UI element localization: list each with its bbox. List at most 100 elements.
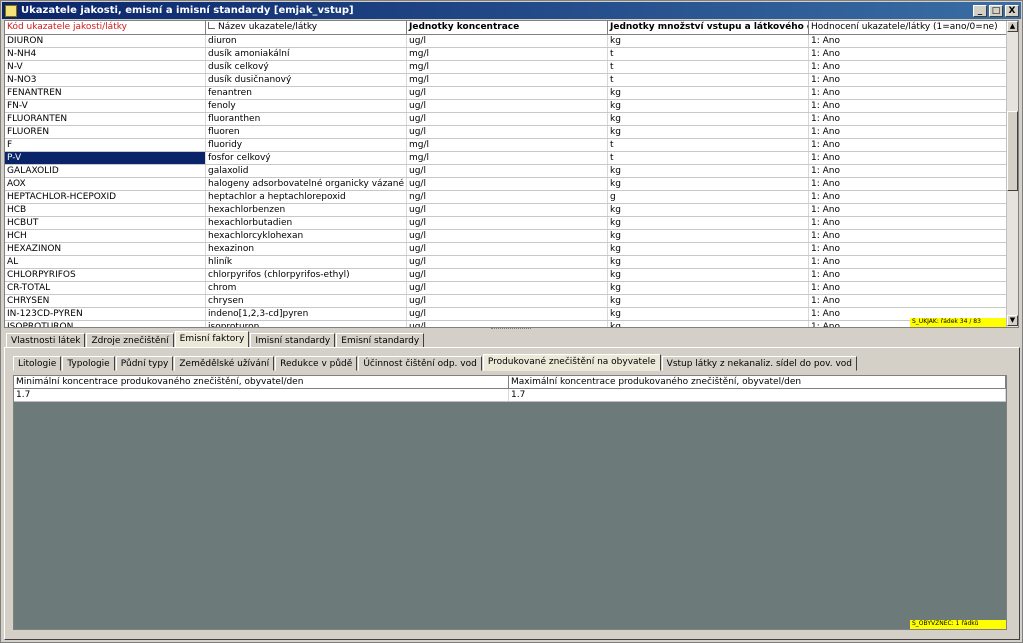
name-cell[interactable]: halogeny adsorbovatelné organicky vázané xyxy=(206,178,407,190)
code-cell[interactable]: IN-123CD-PYREN xyxy=(5,308,206,320)
code-cell[interactable]: FENANTREN xyxy=(5,87,206,99)
name-cell[interactable]: dusík amoniakální xyxy=(206,48,407,60)
evaluation-cell[interactable]: 1: Ano xyxy=(809,256,1008,268)
table-row[interactable]: CHRYSEN chrysen ug/l kg 1: Ano xyxy=(5,295,1018,308)
code-cell[interactable]: AL xyxy=(5,256,206,268)
concentration-units-cell[interactable]: ug/l xyxy=(407,204,608,216)
name-cell[interactable]: hexachlorbutadien xyxy=(206,217,407,229)
concentration-units-cell[interactable]: ug/l xyxy=(407,35,608,47)
table-row[interactable]: HEPTACHLOR-HCEPOXID heptachlor a heptachl… xyxy=(5,191,1018,204)
table-row[interactable]: ISOPROTURON isoproturon ug/l kg 1: Ano xyxy=(5,321,1018,327)
name-cell[interactable]: heptachlor a heptachlorepoxid xyxy=(206,191,407,203)
evaluation-cell[interactable]: 1: Ano xyxy=(809,100,1008,112)
amount-units-cell[interactable]: kg xyxy=(608,295,809,307)
code-cell[interactable]: FLUOREN xyxy=(5,126,206,138)
concentration-units-cell[interactable]: mg/l xyxy=(407,48,608,60)
evaluation-cell[interactable]: 1: Ano xyxy=(809,230,1008,242)
table-row[interactable]: Ffluoridy mg/l t 1: Ano xyxy=(5,139,1018,152)
amount-units-cell[interactable]: t xyxy=(608,74,809,86)
maximize-button[interactable]: □ xyxy=(989,4,1003,17)
column-header-concentration-units[interactable]: Jednotky koncentrace xyxy=(407,21,608,34)
scroll-down-icon[interactable]: ▼ xyxy=(1007,315,1018,326)
concentration-units-cell[interactable]: ng/l xyxy=(407,191,608,203)
minimize-button[interactable]: _ xyxy=(973,4,987,17)
code-cell[interactable]: HCH xyxy=(5,230,206,242)
name-cell[interactable]: fluoridy xyxy=(206,139,407,151)
evaluation-cell[interactable]: 1: Ano xyxy=(809,217,1008,229)
amount-units-cell[interactable]: kg xyxy=(608,100,809,112)
tab-main-2[interactable]: Emisní faktory xyxy=(174,331,250,348)
evaluation-cell[interactable]: 1: Ano xyxy=(809,165,1008,177)
concentration-units-cell[interactable]: mg/l xyxy=(407,139,608,151)
concentration-units-cell[interactable]: mg/l xyxy=(407,61,608,73)
tab-sub-6[interactable]: Produkované znečištění na obyvatele xyxy=(482,354,661,371)
amount-units-cell[interactable]: kg xyxy=(608,217,809,229)
tab-sub-3[interactable]: Zemědělské užívání xyxy=(174,356,275,371)
column-header-amount-units[interactable]: Jednotky množství vstupu a látkového odn xyxy=(608,21,809,34)
concentration-units-cell[interactable]: ug/l xyxy=(407,113,608,125)
evaluation-cell[interactable]: 1: Ano xyxy=(809,152,1008,164)
evaluation-cell[interactable]: 1: Ano xyxy=(809,282,1008,294)
table-row[interactable]: CHLORPYRIFOS chlorpyrifos (chlorpyrifos-e… xyxy=(5,269,1018,282)
table-row[interactable]: FN-V fenoly ug/l kg 1: Ano xyxy=(5,100,1018,113)
table-row[interactable]: 1.7 1.7 xyxy=(14,389,1006,402)
min-concentration-cell[interactable]: 1.7 xyxy=(14,389,509,401)
scroll-up-icon[interactable]: ▲ xyxy=(1007,21,1018,32)
amount-units-cell[interactable]: kg xyxy=(608,113,809,125)
tab-main-3[interactable]: Imisní standardy xyxy=(250,333,336,348)
evaluation-cell[interactable]: 1: Ano xyxy=(809,295,1008,307)
code-cell[interactable]: ISOPROTURON xyxy=(5,321,206,327)
evaluation-cell[interactable]: 1: Ano xyxy=(809,113,1008,125)
amount-units-cell[interactable]: kg xyxy=(608,126,809,138)
name-cell[interactable]: galaxolid xyxy=(206,165,407,177)
scroll-thumb[interactable] xyxy=(1007,111,1018,191)
table-row[interactable]: N-V dusík celkový mg/l t 1: Ano xyxy=(5,61,1018,74)
table-row[interactable]: P-V fosfor celkový mg/l t 1: Ano xyxy=(5,152,1018,165)
pane-splitter[interactable] xyxy=(491,328,531,331)
code-cell[interactable]: F xyxy=(5,139,206,151)
table-row[interactable]: DIURON diuron ug/l kg 1: Ano xyxy=(5,35,1018,48)
code-cell[interactable]: CR-TOTAL xyxy=(5,282,206,294)
tab-main-4[interactable]: Emisní standardy xyxy=(336,333,425,348)
column-header-name[interactable]: Název ukazatele/látky xyxy=(206,21,407,34)
tab-sub-5[interactable]: Účinnost čištění odp. vod xyxy=(358,356,482,371)
table-row[interactable]: GALAXOLID galaxolid ug/l kg 1: Ano xyxy=(5,165,1018,178)
code-cell[interactable]: N-NO3 xyxy=(5,74,206,86)
table-row[interactable]: N-NH4 dusík amoniakální mg/l t 1: Ano xyxy=(5,48,1018,61)
code-cell[interactable]: P-V xyxy=(5,152,206,164)
concentration-units-cell[interactable]: ug/l xyxy=(407,217,608,229)
name-cell[interactable]: fenoly xyxy=(206,100,407,112)
name-cell[interactable]: fosfor celkový xyxy=(206,152,407,164)
table-row[interactable]: FENANTREN fenantren ug/l kg 1: Ano xyxy=(5,87,1018,100)
vertical-scrollbar[interactable]: ▲ ▼ xyxy=(1006,21,1018,327)
concentration-units-cell[interactable]: ug/l xyxy=(407,87,608,99)
code-cell[interactable]: HEPTACHLOR-HCEPOXID xyxy=(5,191,206,203)
name-cell[interactable]: chrom xyxy=(206,282,407,294)
concentration-units-cell[interactable]: ug/l xyxy=(407,165,608,177)
column-header-min-concentration[interactable]: Minimální koncentrace produkovaného zneč… xyxy=(14,376,509,388)
concentration-units-cell[interactable]: ug/l xyxy=(407,178,608,190)
table-row[interactable]: IN-123CD-PYREN indeno[1,2,3-cd]pyren ug/l k… xyxy=(5,308,1018,321)
name-cell[interactable]: fluoren xyxy=(206,126,407,138)
code-cell[interactable]: N-V xyxy=(5,61,206,73)
evaluation-cell[interactable]: 1: Ano xyxy=(809,178,1008,190)
concentration-units-cell[interactable]: ug/l xyxy=(407,256,608,268)
name-cell[interactable]: dusík celkový xyxy=(206,61,407,73)
name-cell[interactable]: diuron xyxy=(206,35,407,47)
code-cell[interactable]: DIURON xyxy=(5,35,206,47)
evaluation-cell[interactable]: 1: Ano xyxy=(809,61,1008,73)
evaluation-cell[interactable]: 1: Ano xyxy=(809,74,1008,86)
tab-sub-1[interactable]: Typologie xyxy=(62,356,115,371)
amount-units-cell[interactable]: kg xyxy=(608,178,809,190)
table-row[interactable]: HCBUT hexachlorbutadien ug/l kg 1: Ano xyxy=(5,217,1018,230)
code-cell[interactable]: AOX xyxy=(5,178,206,190)
amount-units-cell[interactable]: kg xyxy=(608,282,809,294)
tab-sub-2[interactable]: Půdní typy xyxy=(115,356,174,371)
evaluation-cell[interactable]: 1: Ano xyxy=(809,87,1008,99)
concentration-units-cell[interactable]: ug/l xyxy=(407,126,608,138)
table-row[interactable]: N-NO3 dusík dusičnanový mg/l t 1: Ano xyxy=(5,74,1018,87)
name-cell[interactable]: hliník xyxy=(206,256,407,268)
amount-units-cell[interactable]: kg xyxy=(608,35,809,47)
code-cell[interactable]: CHLORPYRIFOS xyxy=(5,269,206,281)
amount-units-cell[interactable]: kg xyxy=(608,256,809,268)
